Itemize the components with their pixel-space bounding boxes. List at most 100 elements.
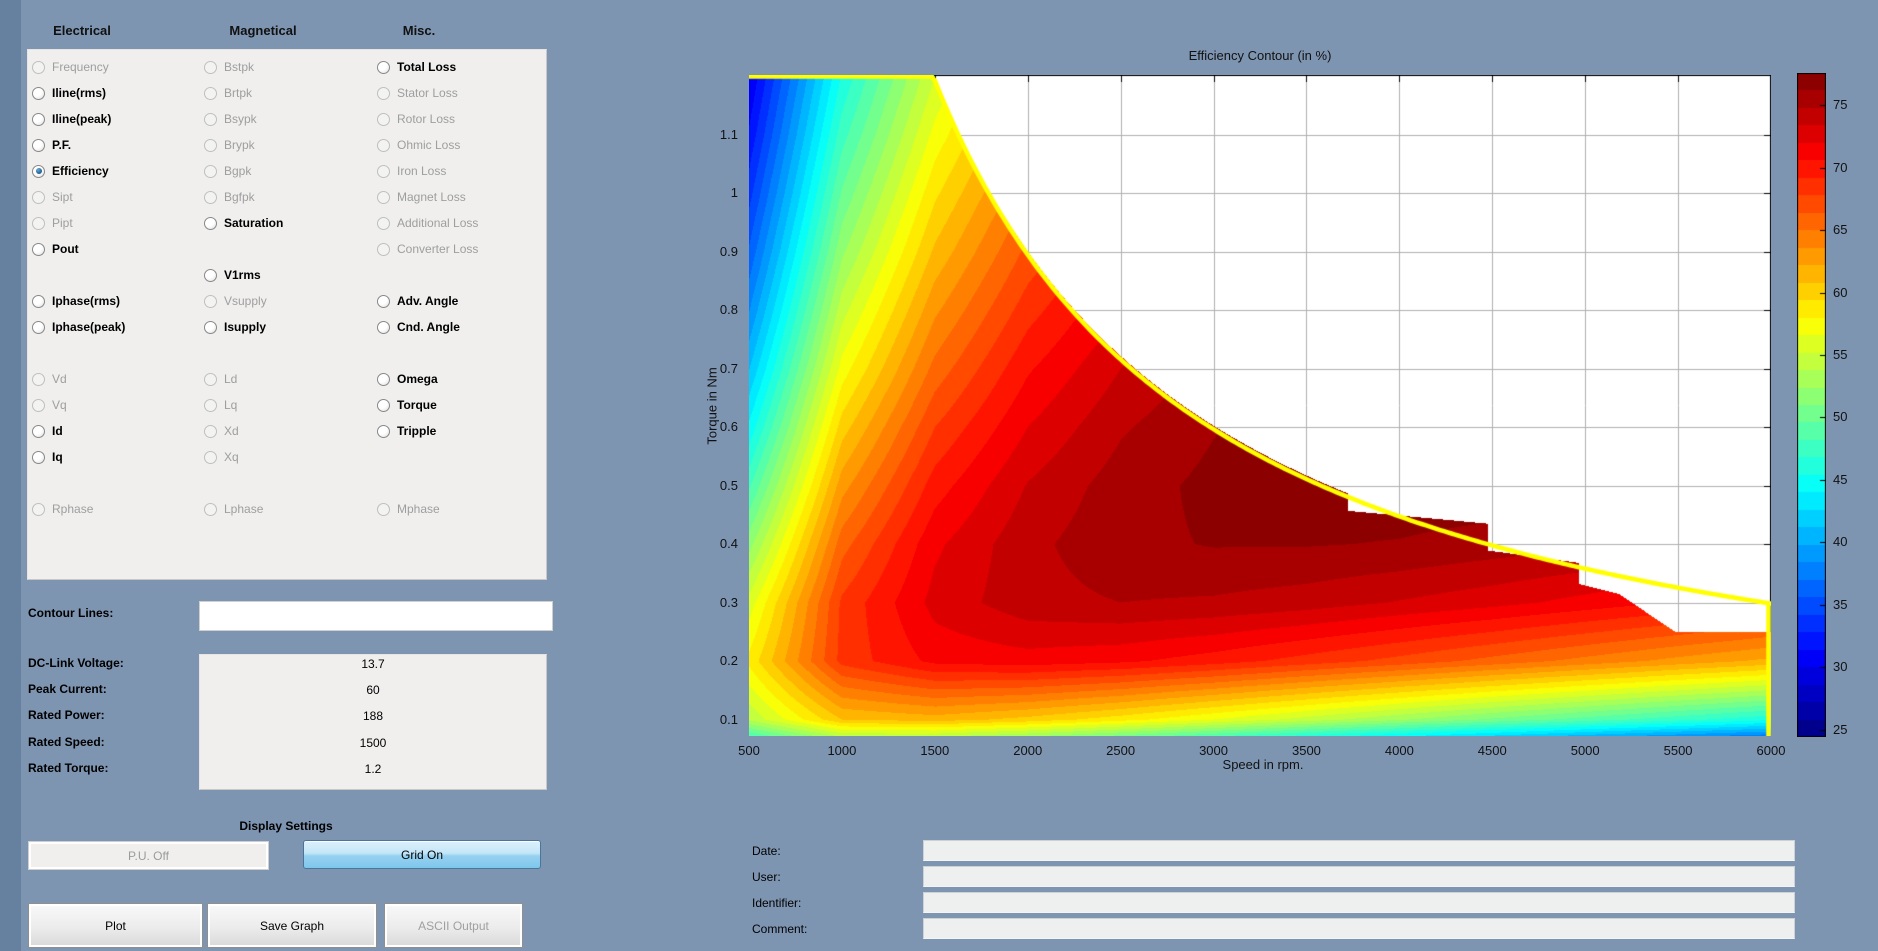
radio-circle-icon [32,295,45,308]
radio-circle-icon [32,217,45,230]
radio-iron-loss: Iron Loss [377,161,446,181]
radio-label: Lq [224,398,237,412]
radio-tripple[interactable]: Tripple [377,421,436,441]
radio-brtpk: Brtpk [204,83,252,103]
y-tick-0.6: 0.6 [688,419,738,434]
param-label-peak-current: Peak Current: [28,682,107,696]
radio-total-loss[interactable]: Total Loss [377,57,456,77]
y-tick-1.1: 1.1 [688,127,738,142]
radio-iphase-rms[interactable]: Iphase(rms) [32,291,120,311]
radio-v1rms[interactable]: V1rms [204,265,261,285]
radio-iq[interactable]: Iq [32,447,63,467]
radio-cnd-angle[interactable]: Cnd. Angle [377,317,460,337]
contour-lines-input[interactable] [199,601,553,631]
radio-iline-peak[interactable]: Iline(peak) [32,109,111,129]
meta-input-identifier[interactable] [923,892,1795,913]
radio-circle-icon [32,399,45,412]
param-value-rated-speed: 1500 [200,736,546,750]
meta-input-comment[interactable] [923,918,1795,939]
x-tick-4000: 4000 [1385,743,1414,758]
radio-torque[interactable]: Torque [377,395,437,415]
radio-vd: Vd [32,369,67,389]
radio-omega[interactable]: Omega [377,369,438,389]
radio-adv-angle[interactable]: Adv. Angle [377,291,458,311]
radio-label: Additional Loss [397,216,478,230]
colorbar-tick-45: 45 [1833,472,1847,487]
radio-mphase: Mphase [377,499,440,519]
radio-ohmic-loss: Ohmic Loss [377,135,460,155]
radio-label: Rphase [52,502,93,516]
radio-rphase: Rphase [32,499,93,519]
radio-pout[interactable]: Pout [32,239,79,259]
radio-circle-icon [32,425,45,438]
radio-label: Xq [224,450,239,464]
radio-circle-icon [32,139,45,152]
y-tick-1: 1 [688,185,738,200]
header-electrical: Electrical [53,23,111,38]
radio-lq: Lq [204,395,237,415]
radio-label: Sipt [52,190,73,204]
radio-circle-icon [204,269,217,282]
x-tick-5000: 5000 [1571,743,1600,758]
colorbar-tick-25: 25 [1833,722,1847,737]
x-tick-500: 500 [738,743,760,758]
radio-iphase-peak[interactable]: Iphase(peak) [32,317,125,337]
save-graph-button[interactable]: Save Graph [207,903,377,948]
radio-p-f[interactable]: P.F. [32,135,71,155]
radio-circle-icon [204,425,217,438]
radio-circle-icon [204,217,217,230]
grid-toggle-button[interactable]: Grid On [303,840,541,869]
radio-id[interactable]: Id [32,421,63,441]
radio-isupply[interactable]: Isupply [204,317,266,337]
radio-brypk: Brypk [204,135,255,155]
radio-bstpk: Bstpk [204,57,254,77]
radio-pipt: Pipt [32,213,73,233]
radio-circle-icon [32,191,45,204]
colorbar-tick-65: 65 [1833,222,1847,237]
plot-button[interactable]: Plot [28,903,203,948]
y-tick-0.7: 0.7 [688,361,738,376]
radio-label: V1rms [224,268,261,282]
radio-label: Iline(rms) [52,86,106,100]
x-tick-1500: 1500 [920,743,949,758]
radio-saturation[interactable]: Saturation [204,213,283,233]
radio-iline-rms[interactable]: Iline(rms) [32,83,106,103]
pu-toggle-button[interactable]: P.U. Off [28,841,269,870]
radio-circle-icon [204,113,217,126]
header-misc: Misc. [403,23,436,38]
radio-label: Vd [52,372,67,386]
radio-circle-icon [204,503,217,516]
radio-label: Iline(peak) [52,112,111,126]
radio-converter-loss: Converter Loss [377,239,478,259]
radio-label: Cnd. Angle [397,320,460,334]
colorbar-tick-75: 75 [1833,97,1847,112]
x-tick-1000: 1000 [827,743,856,758]
radio-circle-icon [32,87,45,100]
radio-xq: Xq [204,447,239,467]
x-tick-2000: 2000 [1013,743,1042,758]
radio-bgfpk: Bgfpk [204,187,255,207]
chart-title: Efficiency Contour (in %) [1189,48,1332,63]
radio-label: Lphase [224,502,263,516]
radio-label: Omega [397,372,438,386]
radio-circle-icon [204,139,217,152]
meta-input-user[interactable] [923,866,1795,887]
radio-circle-icon [377,295,390,308]
radio-bsypk: Bsypk [204,109,257,129]
x-tick-6000: 6000 [1757,743,1786,758]
radio-circle-icon [204,191,217,204]
radio-label: Vq [52,398,67,412]
y-tick-0.5: 0.5 [688,478,738,493]
param-value-rated-torque: 1.2 [200,762,546,776]
radio-circle-icon [32,243,45,256]
radio-efficiency[interactable]: Efficiency [32,161,109,181]
x-tick-3000: 3000 [1199,743,1228,758]
y-tick-0.3: 0.3 [688,595,738,610]
radio-label: Bgpk [224,164,251,178]
param-label-dc-link-voltage: DC-Link Voltage: [28,656,124,670]
meta-input-date[interactable] [923,840,1795,861]
radio-frequency: Frequency [32,57,109,77]
radio-label: Pout [52,242,79,256]
param-label-rated-speed: Rated Speed: [28,735,105,749]
radio-label: Ohmic Loss [397,138,460,152]
